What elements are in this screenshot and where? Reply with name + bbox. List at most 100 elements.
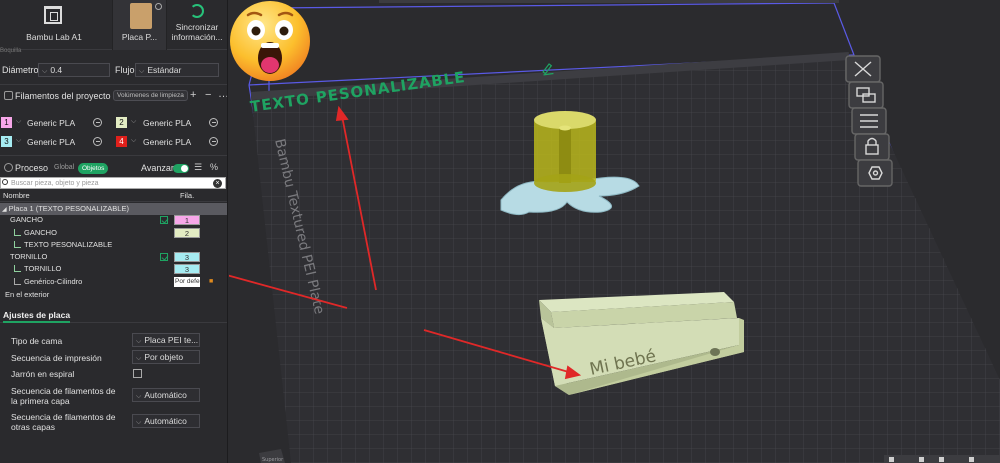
object-tree-header: Nombre Fila. <box>0 190 227 202</box>
flow-label: Flujo <box>115 65 135 75</box>
plate-settings-title: Ajustes de placa <box>3 310 71 323</box>
search-input[interactable]: Buscar pieza, objeto y pieza <box>11 178 99 189</box>
divider <box>0 155 227 156</box>
printer-label: Bambu Lab A1 <box>26 32 82 42</box>
lock-icon: ■ <box>209 278 214 285</box>
purge-volumes-button[interactable]: Volúmenes de limpieza <box>113 90 188 101</box>
printer-selector[interactable]: Bambu Lab A1 <box>0 0 108 50</box>
filament-slot-1[interactable]: 1 <box>1 117 12 128</box>
tree-row-text-part[interactable]: TEXTO PESONALIZABLE <box>0 239 227 251</box>
global-tab[interactable]: Global <box>54 164 74 171</box>
more-icon[interactable]: … <box>218 89 227 100</box>
part-icon <box>14 241 21 248</box>
process-icon <box>4 163 13 172</box>
filament-cell[interactable]: 3 <box>174 264 200 274</box>
sync-button[interactable]: Sincronizar información... <box>168 0 226 50</box>
filament-cell[interactable]: 3 <box>174 252 200 262</box>
remove-circle-icon[interactable] <box>209 137 218 146</box>
first-layer-sequence-label-2: la primera capa <box>11 396 70 406</box>
sync-label: Sincronizar información... <box>171 22 223 42</box>
lock-view-icon[interactable] <box>854 133 890 161</box>
remove-filament-button[interactable]: − <box>205 90 211 101</box>
first-layer-sequence-dropdown[interactable]: ⌵ Automático <box>132 388 200 402</box>
remove-circle-icon[interactable] <box>209 118 218 127</box>
nozzle-section-label: Boquilla <box>0 48 22 54</box>
column-name[interactable]: Nombre <box>3 191 30 200</box>
advanced-label: Avanzar <box>141 163 174 173</box>
chevron-down-icon: ⌵ <box>136 355 142 362</box>
printer-icon <box>44 6 62 24</box>
remove-circle-icon[interactable] <box>93 118 102 127</box>
plate-settings-tab[interactable]: Ajustes de placa <box>0 308 227 323</box>
visibility-checkbox[interactable] <box>160 216 168 224</box>
filament-slot-4[interactable]: 4 <box>116 136 127 147</box>
add-filament-button[interactable]: + <box>190 90 196 101</box>
tree-row-tornillo-part[interactable]: TORNILLO 3 <box>0 263 227 275</box>
diameter-dropdown[interactable]: ⌵ 0.4 <box>38 63 110 77</box>
bottom-toolbar[interactable] <box>884 455 1000 463</box>
search-icon <box>2 179 8 185</box>
tree-row-outside[interactable]: En el exterior <box>0 289 227 301</box>
percent-icon[interactable]: % <box>210 162 218 173</box>
spiral-vase-label: Jarrón en espiral <box>11 369 75 379</box>
filament-name[interactable]: Generic PLA <box>143 137 191 147</box>
sync-icon <box>190 4 204 18</box>
first-layer-sequence-label: Secuencia de filamentos de <box>11 386 116 396</box>
info-icon[interactable] <box>155 3 162 10</box>
process-title: Proceso <box>15 163 49 173</box>
visibility-checkbox[interactable] <box>160 253 168 261</box>
bed-type-value: Placa PEI te... <box>144 335 199 345</box>
close-view-icon[interactable] <box>845 55 881 83</box>
tree-row-gancho-part[interactable]: GANCHO 2 <box>0 227 227 239</box>
column-filament[interactable]: Fila. <box>180 191 194 200</box>
filament-dropdown[interactable]: Por defecto <box>174 277 200 287</box>
settings-hex-icon[interactable] <box>857 159 893 187</box>
tree-object-label: GANCHO <box>10 215 43 224</box>
scene-canvas[interactable]: TEXTO PESONALIZABLE Bambu Textured PEI P… <box>229 0 1000 463</box>
filament-slot-2[interactable]: 2 <box>116 117 127 128</box>
print-sequence-label: Secuencia de impresión <box>11 353 102 363</box>
flow-dropdown[interactable]: ⌵ Estándar <box>135 63 219 77</box>
tree-part-label: GANCHO <box>24 228 57 237</box>
plate-selector[interactable]: Placa P... <box>112 0 167 50</box>
chevron-down-icon: ⌵ <box>136 419 142 426</box>
chevron-down-icon: ⌵ <box>131 118 137 125</box>
tree-part-label: TEXTO PESONALIZABLE <box>24 240 113 249</box>
advanced-toggle[interactable] <box>173 164 189 173</box>
plate-label: Placa P... <box>121 32 158 42</box>
view-cube[interactable]: Superior <box>259 449 285 463</box>
filament-name[interactable]: Generic PLA <box>27 118 75 128</box>
tree-plate-label: Placa 1 (TEXTO PESONALIZABLE) <box>8 204 129 213</box>
filament-cell[interactable]: 1 <box>174 215 200 225</box>
filament-slot-3[interactable]: 3 <box>1 136 12 147</box>
tree-row-tornillo[interactable]: TORNILLO 3 <box>0 251 227 263</box>
nozzle-row: Diámetro ⌵ 0.4 Flujo ⌵ Estándar <box>0 61 227 79</box>
first-layer-sequence-value: Automático <box>144 390 187 400</box>
filament-name[interactable]: Generic PLA <box>143 118 191 128</box>
arrange-icon[interactable] <box>848 81 884 109</box>
chevron-down-icon: ⌵ <box>42 68 48 75</box>
tree-row-gancho[interactable]: GANCHO 1 <box>0 214 227 226</box>
layers-icon[interactable] <box>851 107 887 135</box>
list-icon[interactable]: ☰ <box>194 162 202 173</box>
objects-tab[interactable]: Objetos <box>78 163 109 174</box>
filament-name[interactable]: Generic PLA <box>27 137 75 147</box>
spiral-vase-checkbox[interactable] <box>133 369 142 378</box>
close-icon[interactable]: × <box>213 179 222 188</box>
filament-icon <box>4 91 13 100</box>
chevron-down-icon: ⌵ <box>131 137 137 144</box>
tree-row-cylinder[interactable]: Genérico-Cilindro Por defecto ■ <box>0 276 227 288</box>
other-layers-sequence-dropdown[interactable]: ⌵ Automático <box>132 414 200 428</box>
bed-type-dropdown[interactable]: ⌵ Placa PEI te... <box>132 333 200 347</box>
collapse-icon[interactable]: ◢ <box>2 207 7 213</box>
3d-viewport[interactable]: TEXTO PESONALIZABLE Bambu Textured PEI P… <box>229 0 1000 463</box>
diameter-label: Diámetro <box>2 65 39 75</box>
other-layers-sequence-label: Secuencia de filamentos de <box>11 412 116 422</box>
filament-cell[interactable]: 2 <box>174 228 200 238</box>
remove-circle-icon[interactable] <box>93 137 102 146</box>
view-cube-label: Superior <box>262 457 284 463</box>
filaments-header: Filamentos del proyecto Volúmenes de lim… <box>0 87 227 105</box>
object-search[interactable]: Buscar pieza, objeto y pieza × <box>0 177 226 189</box>
print-sequence-dropdown[interactable]: ⌵ Por objeto <box>132 350 200 364</box>
flow-value: Estándar <box>147 65 182 75</box>
